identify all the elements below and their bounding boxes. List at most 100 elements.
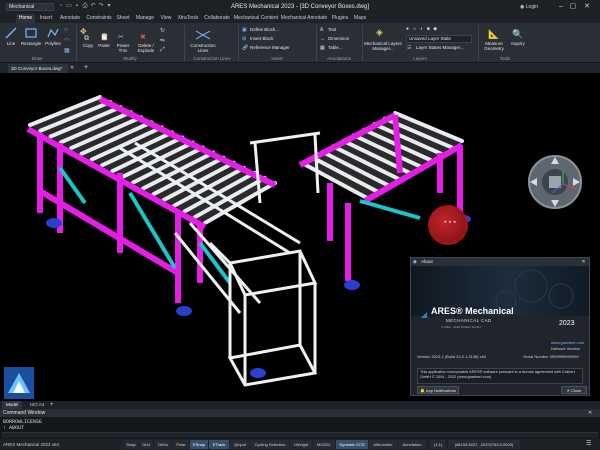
redo-icon[interactable]: ↷ [98, 3, 104, 10]
app-notifications-label: App Notifications [425, 388, 456, 393]
insert-block-button[interactable]: Insert Block [250, 36, 300, 41]
annotation-scale[interactable]: Annotation [398, 440, 426, 449]
rectangle-icon[interactable] [24, 26, 38, 40]
paste-icon[interactable]: 📋 [100, 33, 110, 43]
document-tabs: 3D Conveyor Boxes.dwg* ✕ + [0, 63, 600, 73]
line-button[interactable]: Line [2, 41, 20, 46]
mechanical-layers-icon[interactable]: ◈ [376, 27, 388, 39]
about-close-icon[interactable]: ✕ [579, 258, 588, 266]
construction-lines-button[interactable]: Construction Lines [188, 43, 218, 53]
current-layer-select[interactable]: Unsaved Layer State [406, 35, 472, 43]
define-block-button[interactable]: Define Block... [250, 27, 300, 32]
rectangle-button[interactable]: Rectangle [19, 41, 43, 46]
cycling-selection-toggle[interactable]: Cycling Selection [251, 440, 289, 449]
quick-access-menu-icon[interactable]: ▾ [106, 3, 112, 10]
power-trim-button[interactable]: Power Trim [114, 43, 132, 53]
open-file-icon[interactable]: ▭ [66, 3, 72, 10]
command-window-title: Command Window [0, 409, 600, 417]
table-button[interactable]: Table... [328, 45, 358, 50]
construction-lines-icon[interactable] [195, 29, 211, 41]
about-serial-line: Serial Number 9999999999999 [523, 354, 579, 359]
layout-tabs: Model ISO A4 + [0, 401, 600, 409]
polar-toggle[interactable]: Polar [173, 440, 189, 449]
tab-manage[interactable]: Manage [133, 14, 157, 23]
save-icon[interactable]: ▪ [74, 3, 80, 10]
tab-xtratools[interactable]: XtraTools [175, 14, 201, 23]
dimension-button[interactable]: Dimension [328, 36, 358, 41]
workspace-select[interactable]: Mechanical [6, 3, 54, 11]
ortho-toggle[interactable]: Ortho [154, 440, 172, 449]
minimize-icon[interactable]: – [556, 2, 566, 12]
circle-icon[interactable]: ○ [64, 27, 72, 35]
tab-mechanical-annotate[interactable]: Mechanical Annotate [280, 14, 328, 23]
axis-gizmo-icon [548, 169, 578, 199]
print-icon[interactable]: ⎙ [82, 3, 88, 10]
paste-button[interactable]: Paste [96, 43, 112, 48]
command-close-icon[interactable]: ✕ [588, 410, 596, 416]
tab-sheet[interactable]: Sheet [114, 14, 132, 23]
about-close-button[interactable]: ✕ Close [561, 386, 587, 394]
hatch-icon[interactable]: ▦ [64, 47, 72, 55]
new-tab-icon[interactable]: + [84, 64, 92, 72]
undo-icon[interactable]: ↶ [90, 3, 96, 10]
polyline-button[interactable]: Polyline [42, 41, 64, 46]
settings-icon[interactable]: ☰ [586, 440, 596, 449]
dynamic-ccs-toggle[interactable]: Dynamic CCS [336, 440, 368, 449]
qinput-toggle[interactable]: QInput [230, 440, 250, 449]
delete-explode-button[interactable]: Delete / Explode [134, 43, 158, 53]
about-license-notice: This application incorporates ARES® soft… [417, 368, 583, 384]
add-sheet-icon[interactable]: + [50, 401, 58, 409]
power-trim-icon[interactable]: ✂ [118, 33, 128, 43]
text-button[interactable]: Text [328, 27, 358, 32]
model-toggle[interactable]: MODEL [313, 440, 335, 449]
about-website-link[interactable]: www.graebert.com [551, 340, 584, 345]
lweight-toggle[interactable]: LWeight [290, 440, 312, 449]
etrack-toggle[interactable]: ETrack [209, 440, 229, 449]
inquiry-icon[interactable]: 🔍 [512, 29, 524, 41]
tab-constraints[interactable]: Constraints [84, 14, 114, 23]
command-history-line: : ABOUT [3, 425, 25, 431]
delete-icon[interactable]: ✖ [140, 33, 150, 43]
about-subtitle: MECHANICAL CAD [446, 318, 492, 323]
tab-mechanical-content[interactable]: Mechanical Content [233, 14, 279, 23]
scale-readout: (1:1) [430, 440, 446, 449]
tab-iso-a4[interactable]: ISO A4 [26, 401, 48, 409]
ammonitor-toggle[interactable]: AMmonitor [369, 440, 397, 449]
copy-button[interactable]: Copy [80, 43, 96, 48]
measure-icon[interactable]: 📐 [488, 29, 500, 41]
tab-plugins[interactable]: Plugins [329, 14, 351, 23]
polyline-icon[interactable] [46, 26, 60, 40]
mechanical-layers-manager-button[interactable]: Mechanical Layers Manager... [364, 41, 402, 51]
copy-icon[interactable]: ⧉ [84, 35, 96, 43]
line-icon[interactable] [4, 26, 18, 40]
app-notifications-button[interactable]: 🔔 App Notifications [417, 386, 459, 394]
esnap-toggle[interactable]: ESnap [190, 440, 208, 449]
measure-geometry-button[interactable]: Measure Geometry [480, 41, 508, 51]
maximize-icon[interactable]: ▢ [568, 2, 578, 12]
close-window-icon[interactable]: ✕ [582, 2, 592, 12]
tab-home[interactable]: Home [16, 14, 35, 23]
layer-states-manager-button[interactable]: Layer States Manager... [416, 45, 474, 50]
command-input[interactable] [2, 432, 598, 438]
tab-insert[interactable]: Insert [36, 14, 56, 23]
title-bar: Mechanical ▫ ▭ ▪ ⎙ ↶ ↷ ▾ ARES Mechanical… [0, 0, 600, 14]
tab-collaborate[interactable]: Collaborate [202, 14, 232, 23]
inquiry-button[interactable]: Inquiry [507, 41, 529, 46]
tab-view[interactable]: View [157, 14, 175, 23]
tab-model[interactable]: Model [2, 401, 23, 409]
mirror-icon[interactable]: ⇋ [160, 37, 168, 45]
snap-toggle[interactable]: Snap [124, 440, 138, 449]
reference-manager-button[interactable]: Reference Manager [250, 45, 310, 50]
tab-annotate[interactable]: Annotate [57, 14, 83, 23]
login-button[interactable]: ◉ Login [520, 3, 548, 11]
document-tab[interactable]: 3D Conveyor Boxes.dwg* [8, 64, 68, 73]
rotate-icon[interactable]: ↻ [160, 27, 168, 35]
separator [76, 25, 77, 61]
scale-icon[interactable]: ⤢ [160, 47, 168, 55]
grid-toggle[interactable]: Grid [139, 440, 153, 449]
new-file-icon[interactable]: ▫ [58, 3, 64, 10]
layer-toggle-icons[interactable]: ● ☼ ◐ ■ ◆ [406, 26, 466, 33]
tab-maps[interactable]: Maps [351, 14, 369, 23]
arc-icon[interactable]: ◠ [64, 37, 72, 45]
close-tab-icon[interactable]: ✕ [70, 65, 77, 72]
